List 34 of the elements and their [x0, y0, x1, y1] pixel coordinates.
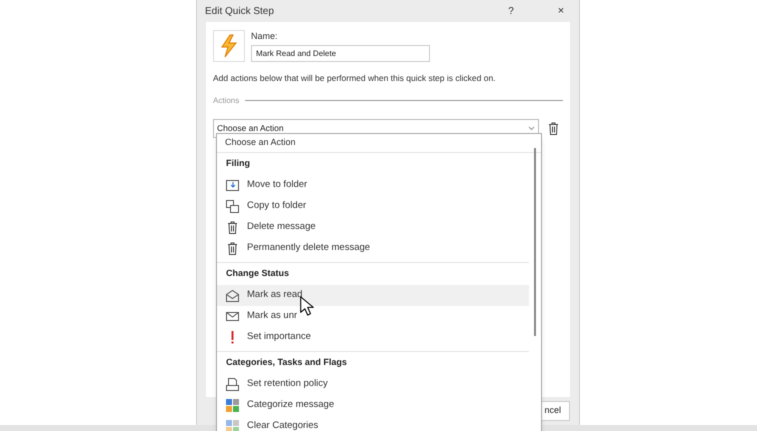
window-title: Edit Quick Step	[205, 4, 275, 18]
chevron-icon	[528, 126, 535, 131]
name-field[interactable]: Mark Read and Delete	[251, 44, 430, 62]
name-label: Name:	[251, 30, 279, 43]
trash-icon	[227, 221, 238, 234]
mouse-pointer-icon	[300, 296, 314, 316]
delete-button[interactable]	[547, 120, 560, 136]
group-heading: Change Status	[225, 267, 290, 280]
copy-icon	[226, 200, 239, 213]
envelope-icon	[226, 310, 239, 323]
menu-item[interactable]: Categorize message	[217, 395, 529, 416]
menu-item[interactable]: Move to folder	[217, 175, 529, 196]
exclamation-icon	[230, 331, 235, 344]
envelope-open-icon	[226, 289, 239, 302]
menu-item[interactable]: Clear Categories	[217, 416, 529, 431]
color-squares-icon	[226, 399, 239, 412]
description-text: Add actions below that will be performed when this quick step is clicked on.	[213, 72, 497, 85]
help-button[interactable]: ?	[501, 4, 521, 18]
menu-item[interactable]: Permanently delete message	[217, 238, 529, 259]
trash-icon	[227, 242, 238, 255]
lightning-icon	[220, 34, 238, 58]
group-heading: Filing	[225, 157, 251, 170]
menu-header: Choose an Action	[217, 134, 541, 153]
menu-item[interactable]: Copy to folder	[217, 196, 529, 217]
menu-item[interactable]: Mark as read	[217, 285, 529, 306]
menu-item[interactable]: Set importance	[217, 327, 529, 348]
menu-item[interactable]: Set retention policy	[217, 374, 529, 395]
menu-item[interactable]: Delete message	[217, 217, 529, 238]
actions-legend: Actions	[213, 94, 240, 107]
group-heading: Categories, Tasks and Flags	[225, 356, 348, 370]
trash-icon	[548, 122, 559, 135]
menu-item[interactable]: Mark as unr	[217, 306, 529, 327]
color-squares-icon	[226, 420, 239, 431]
close-button[interactable]: ×	[551, 2, 571, 20]
